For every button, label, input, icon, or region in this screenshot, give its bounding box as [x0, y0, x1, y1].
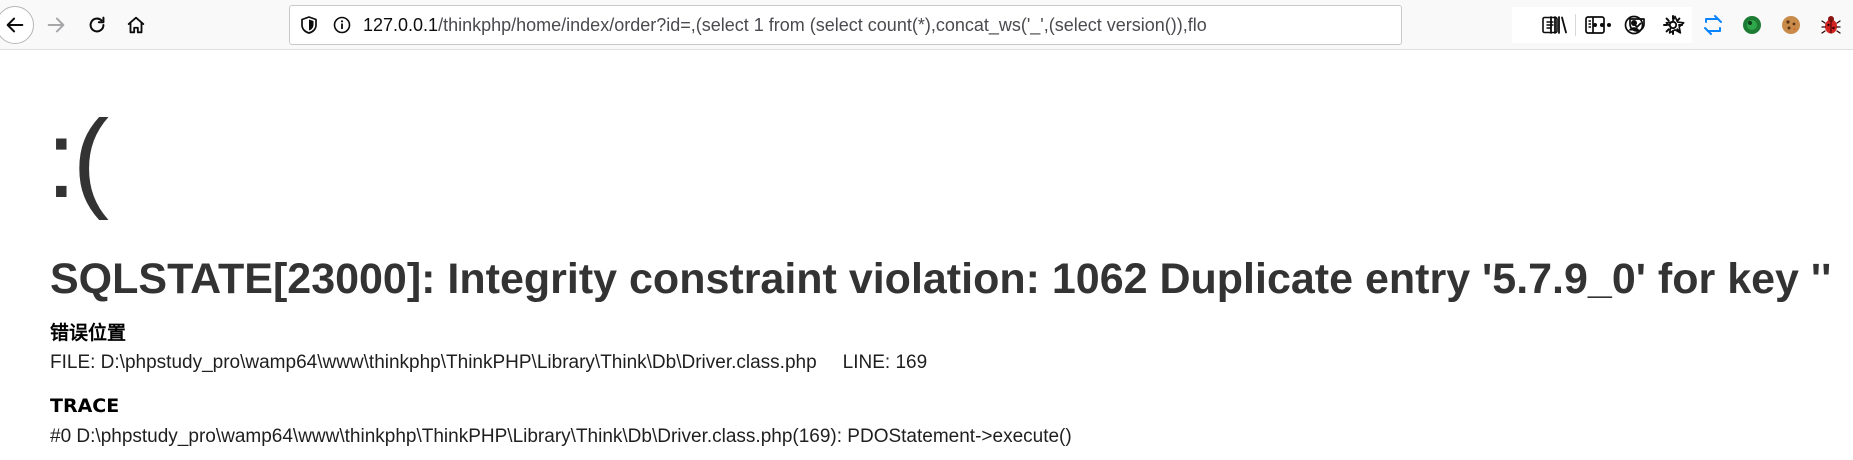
url-host: 127.0.0.1: [363, 15, 439, 35]
reload-icon: [89, 16, 105, 33]
error-file-line: FILE: D:\phpstudy_pro\wamp64\www\thinkph…: [50, 350, 927, 376]
arrow-left-icon: [6, 17, 24, 33]
browser-toolbar: 127.0.0.1/thinkphp/home/index/order?id=,…: [0, 0, 1853, 50]
sidebar-icon[interactable]: [1583, 13, 1607, 37]
bug-extension-icon[interactable]: [1819, 13, 1843, 37]
gear-icon[interactable]: [1661, 13, 1685, 37]
error-file: FILE: D:\phpstudy_pro\wamp64\www\thinkph…: [50, 352, 817, 373]
url-separator: [1575, 14, 1576, 36]
green-extension-icon[interactable]: [1740, 13, 1764, 37]
library-icon[interactable]: [1546, 13, 1570, 37]
home-icon: [127, 16, 145, 34]
account-icon[interactable]: [1622, 13, 1646, 37]
error-line-number: LINE: 169: [842, 352, 928, 373]
url-bar[interactable]: 127.0.0.1/thinkphp/home/index/order?id=,…: [289, 5, 1692, 45]
info-icon[interactable]: [332, 15, 352, 35]
home-button[interactable]: [117, 6, 155, 44]
back-button[interactable]: [0, 6, 34, 44]
arrow-right-icon: [47, 17, 65, 33]
error-message: SQLSTATE[23000]: Integrity constraint vi…: [50, 255, 1832, 303]
sad-face: :(: [46, 98, 109, 221]
reload-button[interactable]: [78, 6, 116, 44]
url-text[interactable]: 127.0.0.1/thinkphp/home/index/order?id=,…: [363, 6, 1533, 44]
trace-entry: #0 D:\phpstudy_pro\wamp64\www\thinkphp\T…: [50, 426, 1072, 447]
trace-heading: TRACE: [50, 395, 120, 417]
cookie-extension-icon[interactable]: [1779, 13, 1803, 37]
shield-icon[interactable]: [299, 15, 319, 35]
sync-icon[interactable]: [1701, 13, 1725, 37]
error-location-heading: 错误位置: [50, 322, 127, 344]
forward-button[interactable]: [37, 6, 75, 44]
url-path: /thinkphp/home/index/order?id=,(select 1…: [438, 15, 1207, 35]
